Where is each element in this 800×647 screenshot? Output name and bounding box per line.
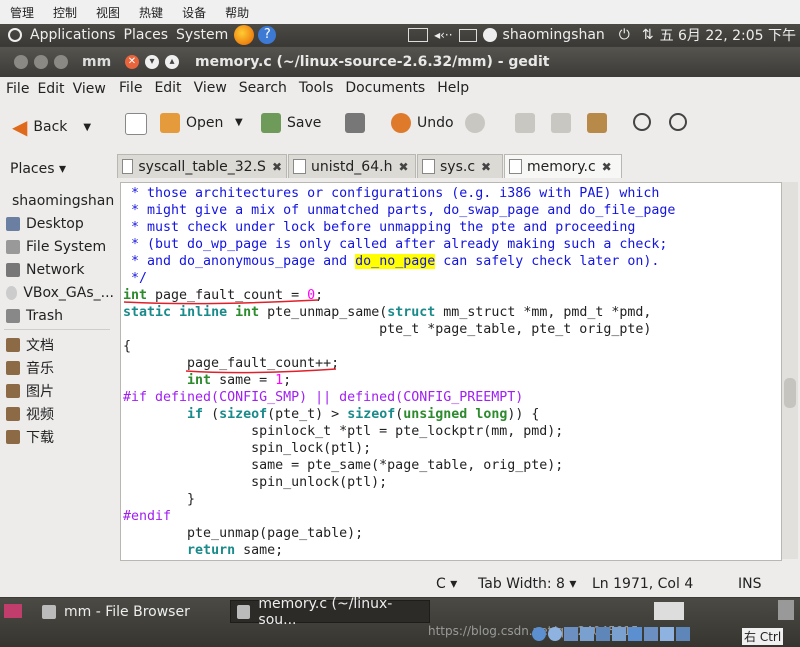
shared-folder-icon[interactable]: [580, 627, 594, 641]
host-key-label: 右 Ctrl: [742, 628, 784, 645]
taskbar-gedit[interactable]: memory.c (~/linux-sou...: [230, 596, 430, 628]
keyboard-capture-icon[interactable]: [676, 627, 690, 641]
network-adapter-icon[interactable]: [612, 627, 626, 641]
hdd-icon[interactable]: [532, 627, 546, 641]
underline-page-fault-count-declaration: [123, 299, 319, 305]
underline-page-fault-count-increment: [185, 368, 337, 374]
folder-icon: [42, 604, 56, 619]
trash-icon[interactable]: [778, 600, 794, 620]
usb-icon[interactable]: [564, 627, 578, 641]
cpu-icon[interactable]: [644, 627, 658, 641]
mouse-integration-icon[interactable]: [660, 627, 674, 641]
workspace-switcher-icon[interactable]: [654, 602, 684, 620]
display-icon[interactable]: [596, 627, 610, 641]
taskbar-file-browser[interactable]: mm - File Browser: [36, 600, 222, 623]
cd-icon[interactable]: [548, 627, 562, 641]
bottom-panel: mm - File Browser memory.c (~/linux-sou.…: [0, 596, 800, 647]
recording-icon[interactable]: [628, 627, 642, 641]
show-desktop-icon[interactable]: [4, 604, 22, 618]
text-editor-icon: [237, 604, 251, 619]
red-underline-annotations: [123, 299, 337, 374]
vbox-status-icons: [532, 627, 690, 641]
